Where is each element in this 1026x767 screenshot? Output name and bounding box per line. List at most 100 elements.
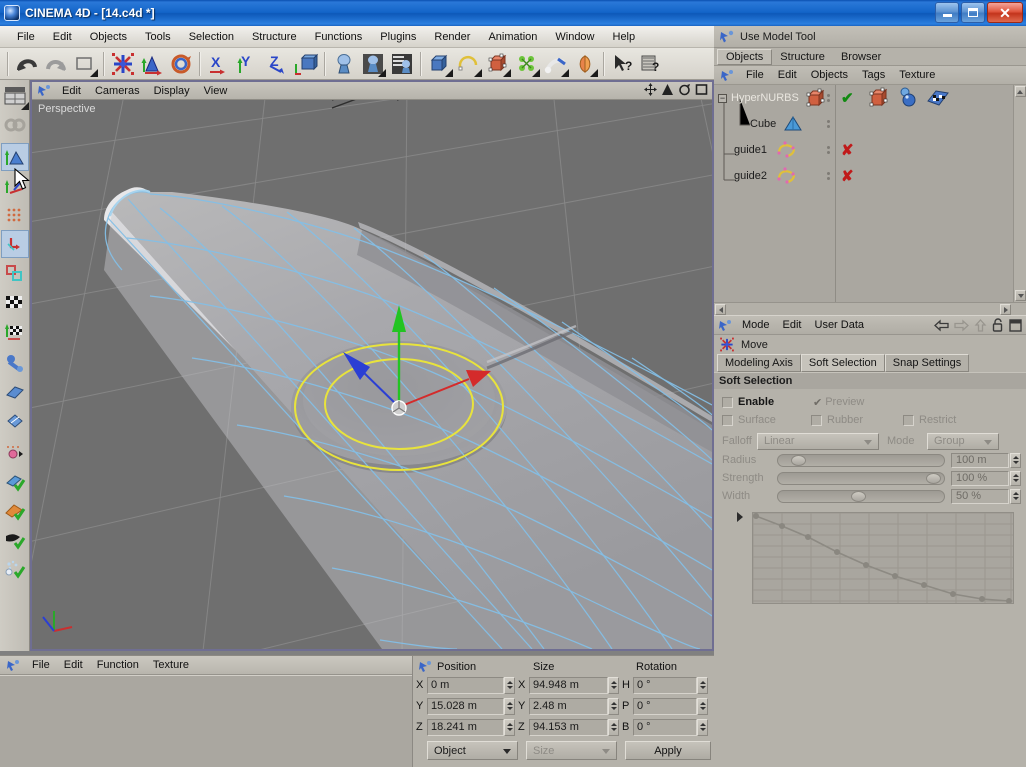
model-tool-icon[interactable] bbox=[719, 30, 734, 44]
material-tool-icon[interactable] bbox=[6, 659, 20, 672]
rotation-h-stepper[interactable] bbox=[697, 676, 708, 694]
spline-object-icon[interactable] bbox=[775, 139, 799, 161]
size-x-stepper[interactable] bbox=[608, 676, 619, 694]
object-menu-texture[interactable]: Texture bbox=[893, 68, 941, 82]
triangle-right-icon[interactable] bbox=[737, 512, 743, 522]
rotation-b-field[interactable]: 0 ° bbox=[633, 718, 697, 736]
width-value-field[interactable]: 50 % bbox=[951, 488, 1009, 504]
spline-icon[interactable] bbox=[455, 50, 483, 78]
viewport-menu-edit[interactable]: Edit bbox=[55, 84, 88, 98]
polygon-mode-icon[interactable] bbox=[1, 201, 29, 229]
pan-view-icon[interactable] bbox=[644, 83, 657, 99]
tree-row-guide1[interactable]: guide1 bbox=[714, 137, 799, 163]
viewport-menu-display[interactable]: Display bbox=[147, 84, 197, 98]
array-icon[interactable] bbox=[513, 50, 541, 78]
spline-object-icon[interactable] bbox=[775, 165, 799, 187]
radius-slider-knob[interactable] bbox=[791, 454, 807, 466]
tree-state-guide1[interactable]: ✘ bbox=[841, 137, 854, 163]
move-tool-icon[interactable] bbox=[109, 50, 137, 78]
preview-check-icon[interactable]: ✔ bbox=[813, 396, 822, 409]
tree-row-hypernurbs[interactable]: − HyperNURBS bbox=[714, 85, 826, 111]
object-axis-mode-icon[interactable] bbox=[1, 259, 29, 287]
apply-button[interactable]: Apply bbox=[625, 741, 711, 760]
position-y-field[interactable]: 15.028 m bbox=[427, 697, 504, 715]
menu-objects[interactable]: Objects bbox=[81, 29, 136, 45]
falloff-curve-graph[interactable] bbox=[752, 512, 1014, 604]
tree-row-cube[interactable]: Cube bbox=[714, 111, 804, 137]
strength-value-field[interactable]: 100 % bbox=[951, 470, 1009, 486]
close-button[interactable]: ✕ bbox=[987, 2, 1023, 23]
z-axis-lock-icon[interactable]: Z bbox=[263, 50, 291, 78]
menu-plugins[interactable]: Plugins bbox=[371, 29, 425, 45]
rotation-p-stepper[interactable] bbox=[697, 697, 708, 715]
scroll-up-arrow-icon[interactable] bbox=[1014, 86, 1026, 97]
scroll-right-arrow-icon[interactable] bbox=[1000, 304, 1011, 315]
width-slider[interactable] bbox=[777, 489, 945, 503]
coordinates-tool-icon[interactable] bbox=[418, 660, 432, 673]
size-z-stepper[interactable] bbox=[608, 718, 619, 736]
object-tree[interactable]: − HyperNURBS ✔ Cube guide1 ✘ guide2 ✘ bbox=[714, 85, 1026, 315]
zoom-view-icon[interactable] bbox=[661, 83, 674, 99]
object-menu-objects[interactable]: Objects bbox=[805, 68, 854, 82]
mode-select[interactable]: Group bbox=[927, 432, 999, 450]
viewport-solo-icon[interactable] bbox=[1, 407, 29, 435]
object-tree-hscrollbar[interactable] bbox=[714, 302, 1026, 315]
viewport-menu-cameras[interactable]: Cameras bbox=[88, 84, 147, 98]
tab-objects[interactable]: Objects bbox=[717, 48, 773, 65]
objects-tool-icon[interactable] bbox=[720, 69, 734, 82]
materials-menu-function[interactable]: Function bbox=[90, 658, 146, 672]
panel-layout-icon[interactable] bbox=[1009, 318, 1022, 335]
visibility-dots-icon[interactable] bbox=[827, 94, 830, 102]
object-menu-tags[interactable]: Tags bbox=[856, 68, 891, 82]
up-level-icon[interactable] bbox=[974, 318, 987, 335]
tab-browser[interactable]: Browser bbox=[833, 50, 889, 64]
rotate-tool-icon[interactable] bbox=[167, 50, 195, 78]
animation-mode-icon[interactable] bbox=[1, 439, 29, 467]
visible-check-icon[interactable]: ✔ bbox=[841, 91, 854, 106]
width-slider-knob[interactable] bbox=[851, 490, 867, 502]
menu-render[interactable]: Render bbox=[425, 29, 479, 45]
tree-visibility-dots[interactable] bbox=[827, 163, 830, 189]
cube-tag-icon[interactable] bbox=[866, 87, 890, 109]
menu-selection[interactable]: Selection bbox=[180, 29, 243, 45]
strength-stepper[interactable] bbox=[1010, 470, 1021, 486]
tab-structure[interactable]: Structure bbox=[772, 50, 833, 64]
texture-mode-icon[interactable] bbox=[1, 288, 29, 316]
model-mode-icon[interactable] bbox=[0, 230, 29, 258]
radius-value-field[interactable]: 100 m bbox=[951, 452, 1009, 468]
material-tag-icon[interactable] bbox=[898, 87, 918, 109]
rubber-checkbox[interactable] bbox=[811, 414, 822, 426]
menu-file[interactable]: File bbox=[8, 29, 44, 45]
object-menu-edit[interactable]: Edit bbox=[772, 68, 803, 82]
scene-help-icon[interactable]: ? bbox=[638, 50, 666, 78]
layout-presets-icon[interactable] bbox=[1, 82, 29, 110]
cube-primitive-icon[interactable] bbox=[426, 50, 454, 78]
hidden-x-icon[interactable]: ✘ bbox=[841, 169, 854, 184]
visibility-dots-icon[interactable] bbox=[827, 146, 830, 154]
strength-slider[interactable] bbox=[777, 471, 945, 485]
materials-menu-edit[interactable]: Edit bbox=[57, 658, 90, 672]
rotation-p-field[interactable]: 0 ° bbox=[633, 697, 697, 715]
maximize-view-icon[interactable] bbox=[695, 83, 708, 99]
menu-functions[interactable]: Functions bbox=[306, 29, 372, 45]
size-x-field[interactable]: 94.948 m bbox=[529, 676, 608, 694]
world-object-axis-icon[interactable] bbox=[292, 50, 320, 78]
tree-state-guide2[interactable]: ✘ bbox=[841, 163, 854, 189]
materials-list-area[interactable] bbox=[0, 675, 412, 767]
menu-animation[interactable]: Animation bbox=[479, 29, 546, 45]
redo-icon[interactable] bbox=[42, 50, 70, 78]
back-arrow-icon[interactable] bbox=[934, 319, 949, 335]
width-stepper[interactable] bbox=[1010, 488, 1021, 504]
falloff-select[interactable]: Linear bbox=[757, 432, 879, 450]
tree-visibility-dots[interactable] bbox=[827, 111, 830, 137]
tree-row-guide2[interactable]: guide2 bbox=[714, 163, 799, 189]
tree-visibility-dots[interactable] bbox=[827, 85, 830, 111]
size-mode-select[interactable]: Size bbox=[526, 741, 617, 760]
render-region-icon[interactable] bbox=[359, 50, 387, 78]
maximize-button[interactable] bbox=[961, 2, 985, 23]
viewport-menu-view[interactable]: View bbox=[197, 84, 235, 98]
position-z-field[interactable]: 18.241 m bbox=[427, 718, 504, 736]
uv-polygons-mode-icon[interactable] bbox=[1, 526, 29, 554]
menu-help[interactable]: Help bbox=[604, 29, 645, 45]
position-z-stepper[interactable] bbox=[504, 718, 515, 736]
